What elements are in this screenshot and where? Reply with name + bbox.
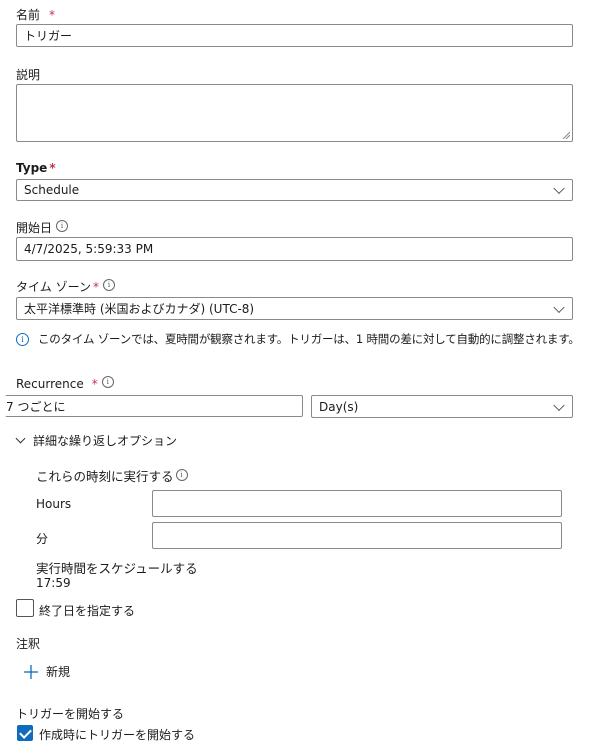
info-circle-icon: i: [16, 333, 29, 346]
add-annotation-label: 新規: [46, 665, 71, 679]
hours-label: Hours: [36, 497, 72, 511]
run-at-label: これらの時刻に実行する i: [36, 466, 188, 485]
type-label: Type *: [16, 161, 56, 175]
info-icon[interactable]: i: [101, 376, 114, 388]
timezone-select[interactable]: 太平洋標準時 (米国およびカナダ) (UTC-8): [16, 297, 573, 320]
advanced-options-label: 詳細な繰り返しオプション: [33, 434, 178, 448]
chevron-down-icon: [553, 399, 565, 411]
recurrence-interval-value: 7 つごとに: [6, 399, 66, 414]
timezone-label: タイム ゾーン * i: [16, 278, 115, 295]
timezone-info-text: このタイム ゾーンでは、夏時間が観察されます。トリガーは、1 時間の差に対して自…: [38, 332, 580, 346]
description-label: 説明: [16, 68, 41, 82]
info-icon[interactable]: i: [56, 220, 69, 232]
resize-handle-icon[interactable]: [562, 131, 570, 139]
chevron-down-icon: [15, 433, 26, 444]
start-date-value: 4/7/2025, 5:59:33 PM: [24, 242, 154, 256]
recurrence-unit-select[interactable]: Day(s): [311, 395, 573, 418]
name-value: トリガー: [24, 29, 73, 43]
minutes-label: 分: [36, 532, 49, 546]
add-annotation-button[interactable]: 新規: [24, 663, 70, 680]
recurrence-interval-input[interactable]: 7 つごとに: [5, 395, 303, 417]
start-date-label: 開始日 i: [16, 219, 69, 236]
start-trigger-checkbox-label: 作成時にトリガーを開始する: [39, 728, 196, 742]
recurrence-label: Recurrence * i: [16, 376, 114, 391]
minutes-input[interactable]: [152, 522, 562, 549]
start-trigger-checkbox[interactable]: [17, 725, 33, 741]
start-date-input[interactable]: 4/7/2025, 5:59:33 PM: [16, 237, 573, 261]
name-label: 名前 *: [16, 8, 56, 22]
type-select[interactable]: Schedule: [16, 179, 573, 201]
chevron-down-icon: [553, 301, 565, 313]
info-icon[interactable]: i: [175, 469, 188, 481]
schedule-label: 実行時間をスケジュールする: [36, 561, 198, 576]
timezone-value: 太平洋標準時 (米国およびカナダ) (UTC-8): [24, 302, 255, 316]
start-trigger-label: トリガーを開始する: [16, 707, 125, 721]
recurrence-unit-value: Day(s): [319, 399, 359, 414]
end-date-label: 終了日を指定する: [39, 604, 136, 618]
timezone-info-message: i このタイム ゾーンでは、夏時間が観察されます。トリガーは、1 時間の差に対し…: [16, 331, 580, 347]
description-textarea[interactable]: [16, 84, 573, 142]
advanced-options-toggle[interactable]: 詳細な繰り返しオプション: [15, 432, 178, 449]
name-input[interactable]: トリガー: [16, 24, 573, 47]
info-icon[interactable]: i: [102, 279, 115, 291]
chevron-down-icon: [553, 182, 565, 195]
schedule-value: 17:59: [36, 576, 71, 590]
type-value: Schedule: [24, 183, 80, 197]
plus-icon: [24, 664, 38, 679]
annotations-label: 注釈: [16, 637, 41, 651]
end-date-checkbox[interactable]: [16, 599, 34, 617]
hours-input[interactable]: [152, 490, 562, 517]
